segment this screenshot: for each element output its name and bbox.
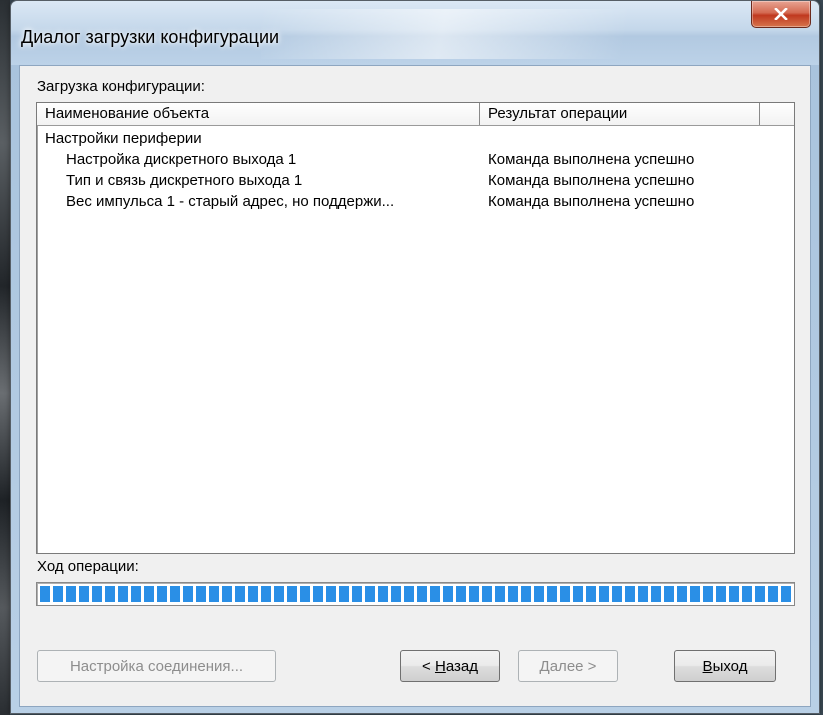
next-button-mnemonic: Д xyxy=(539,657,550,675)
column-header-result[interactable]: Результат операции xyxy=(480,103,760,125)
upload-label: Загрузка конфигурации: xyxy=(37,78,205,95)
progress-bar-fill xyxy=(40,586,791,602)
list-item-result: Команда выполнена успешно xyxy=(488,151,695,168)
exit-button-mnemonic: В xyxy=(702,657,713,675)
list-item[interactable]: Настройки периферии xyxy=(37,130,794,151)
title-bar[interactable]: Диалог загрузки конфигурации xyxy=(11,1,819,65)
column-header-empty[interactable] xyxy=(760,103,794,125)
window-title: Диалог загрузки конфигурации xyxy=(21,27,280,47)
close-button[interactable] xyxy=(751,1,811,28)
column-header-object-name[interactable]: Наименование объекта xyxy=(37,103,480,125)
connection-settings-button[interactable]: Настройка соединения... xyxy=(37,650,276,682)
back-button-mnemonic: Н xyxy=(434,657,446,675)
background-window-edge xyxy=(0,0,10,715)
list-item-result: Команда выполнена успешно xyxy=(488,193,695,210)
list-item-name: Настройки периферии xyxy=(45,130,202,147)
dialog-window: Диалог загрузки конфигурации Загрузка ко… xyxy=(10,0,820,714)
list-item[interactable]: Тип и связь дискретного выхода 1 Команда… xyxy=(37,172,794,193)
list-item-result xyxy=(487,130,788,151)
list-item-result: Команда выполнена успешно xyxy=(488,172,695,189)
next-button-label: алее > xyxy=(549,657,597,675)
exit-button-label: ыход xyxy=(712,657,748,675)
list-item-name: Вес импульса 1 - старый адрес, но поддер… xyxy=(66,193,395,210)
list-header: Наименование объекта Результат операции xyxy=(37,103,794,126)
list-item-name: Тип и связь дискретного выхода 1 xyxy=(66,172,303,189)
dialog-client-area: Загрузка конфигурации: Наименование объе… xyxy=(19,65,811,707)
list-rows: Настройки периферии Настройка дискретног… xyxy=(37,130,794,214)
back-button-label: азад xyxy=(445,657,478,675)
exit-button[interactable]: Выход xyxy=(674,650,776,682)
list-item-name: Настройка дискретного выхода 1 xyxy=(66,151,297,168)
results-list[interactable]: Наименование объекта Результат операции … xyxy=(36,102,795,554)
progress-bar xyxy=(36,582,795,606)
progress-label: Ход операции: xyxy=(37,558,139,575)
close-x-icon xyxy=(774,8,788,20)
list-item[interactable]: Вес импульса 1 - старый адрес, но поддер… xyxy=(37,193,794,214)
next-button[interactable]: Далее > xyxy=(518,650,618,682)
list-item[interactable]: Настройка дискретного выхода 1 Команда в… xyxy=(37,151,794,172)
back-button-prefix: < xyxy=(422,657,435,675)
back-button[interactable]: < Назад xyxy=(400,650,500,682)
